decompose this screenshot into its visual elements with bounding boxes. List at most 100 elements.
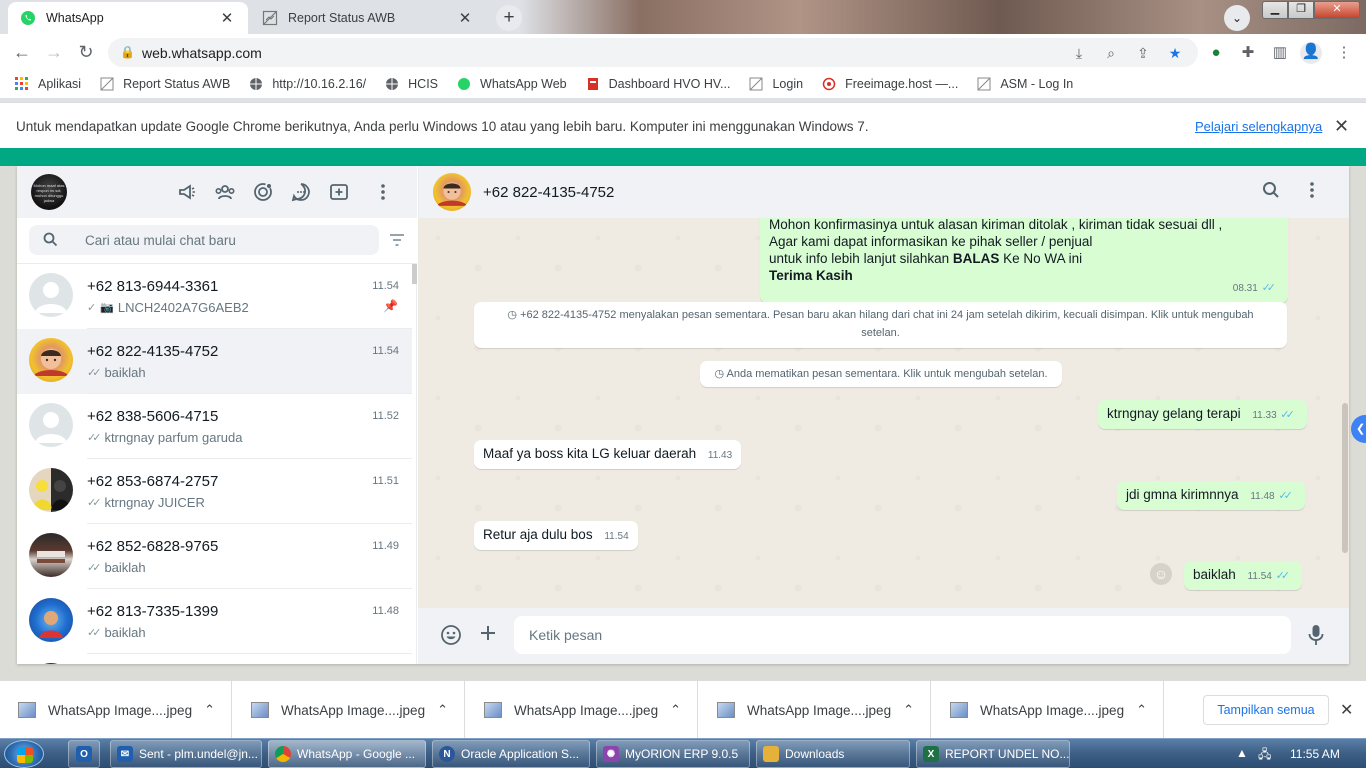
taskbar-item-myorion[interactable]: ✺ MyORION ERP 9.0.5 <box>596 740 750 768</box>
emoji-icon[interactable] <box>440 624 462 649</box>
bookmark-asm-login[interactable]: ASM - Log In <box>976 76 1073 92</box>
menu-icon[interactable] <box>371 180 395 204</box>
close-window-button[interactable]: ✕ <box>1314 1 1360 19</box>
status-icon[interactable] <box>251 180 275 204</box>
learn-more-link[interactable]: Pelajari selengkapnya <box>1195 119 1322 134</box>
network-icon[interactable]: 🖧 <box>1258 745 1271 766</box>
extension-whatsapp-icon[interactable]: ● <box>1206 43 1226 63</box>
search-box[interactable] <box>29 225 379 255</box>
chat-item-6874-2757[interactable]: +62 853-6874-2757 11.51 ✓✓ ktrngnay JUIC… <box>17 459 412 524</box>
tab-report-status-awb[interactable]: Report Status AWB ✕ <box>250 2 486 34</box>
double-tick-icon: ✓✓ <box>87 497 102 509</box>
taskbar-item-excel[interactable]: X REPORT UNDEL NO... <box>916 740 1070 768</box>
bookmark-ip[interactable]: http://10.16.2.16/ <box>248 76 366 92</box>
download-item[interactable]: WhatsApp Image....jpeg ⌃ <box>0 681 232 739</box>
message-area[interactable]: Mohon konfirmasinya untuk alasan kiriman… <box>418 218 1349 608</box>
chat-item-5606-4715[interactable]: +62 838-5606-4715 11.52 ✓✓ ktrngnay parf… <box>17 394 412 459</box>
outlook-icon: ✉ <box>117 746 133 762</box>
bookmark-report-status-awb[interactable]: Report Status AWB <box>99 76 230 92</box>
taskbar-item-oracle[interactable]: N Oracle Application S... <box>432 740 590 768</box>
maximize-button[interactable]: ❐ <box>1288 1 1314 19</box>
chrome-menu-icon[interactable]: ⋮ <box>1334 43 1354 63</box>
chevron-up-icon[interactable]: ⌃ <box>670 702 681 718</box>
chat-time: 11.54 <box>372 280 399 292</box>
taskbar-item-chrome[interactable]: WhatsApp - Google ... <box>268 740 426 768</box>
channels-icon[interactable] <box>289 180 313 204</box>
message-bubble-out[interactable]: jdi gmna kirimnnya 11.48 ✓✓ <box>1117 481 1305 510</box>
extensions-puzzle-icon[interactable]: ✚ <box>1238 43 1258 63</box>
system-message-ephemeral-on[interactable]: ◷ +62 822-4135-4752 menyalakan pesan sem… <box>474 302 1287 348</box>
show-all-downloads-button[interactable]: Tampilkan semua <box>1203 695 1329 725</box>
menu-icon[interactable] <box>1309 181 1315 202</box>
communities-icon[interactable] <box>213 180 237 204</box>
chat-preview-text: ktrngnay parfum garuda <box>104 430 243 445</box>
tray-expand-icon[interactable]: ▲ <box>1236 746 1248 760</box>
bookmark-apps[interactable]: Aplikasi <box>14 76 81 92</box>
message-scrollbar[interactable] <box>1342 403 1348 553</box>
windows-logo-icon <box>17 747 33 763</box>
bookmark-freeimage[interactable]: Freeimage.host —... <box>821 76 958 92</box>
react-emoji-icon[interactable]: ☺ <box>1150 563 1172 585</box>
chevron-up-icon[interactable]: ⌃ <box>1136 702 1147 718</box>
close-downloads-icon[interactable]: ✕ <box>1340 700 1353 720</box>
conversation-header[interactable]: +62 822-4135-4752 <box>418 166 1349 218</box>
bookmark-login[interactable]: Login <box>748 76 803 92</box>
communities-megaphone-icon[interactable] <box>175 180 199 204</box>
microphone-icon[interactable] <box>1308 624 1324 649</box>
taskbar-item-outlook[interactable]: ✉ Sent - plm.undel@jn... <box>110 740 262 768</box>
address-bar[interactable]: 🔒 web.whatsapp.com ⤓ ⌕ ⇪ ★ <box>108 38 1198 67</box>
chat-item-4135-4752[interactable]: +62 822-4135-4752 11.54 ✓✓ baiklah <box>17 329 412 394</box>
download-item[interactable]: WhatsApp Image....jpeg ⌃ <box>233 681 465 739</box>
chat-item-6828-9765[interactable]: +62 852-6828-9765 11.49 ✓✓ baiklah <box>17 524 412 589</box>
attach-plus-icon[interactable] <box>479 624 497 645</box>
close-tab-icon[interactable]: ✕ <box>218 9 236 27</box>
start-button[interactable] <box>4 740 44 768</box>
bookmark-star-icon[interactable]: ★ <box>1166 44 1184 62</box>
tab-whatsapp[interactable]: WhatsApp ✕ <box>8 2 248 34</box>
back-button[interactable]: ← <box>10 40 34 64</box>
chat-item-6944-3361[interactable]: +62 813-6944-3361 11.54 ✓ 📷 LNCH2402A7G6… <box>17 264 412 329</box>
filter-icon[interactable] <box>389 233 405 250</box>
download-item[interactable]: WhatsApp Image....jpeg ⌃ <box>932 681 1164 739</box>
minimize-button[interactable]: ▁ <box>1262 1 1288 19</box>
chevron-up-icon[interactable]: ⌃ <box>903 702 914 718</box>
taskbar-outlook-pinned[interactable]: O <box>68 740 100 768</box>
system-clock[interactable]: 11:55 AM <box>1290 747 1340 761</box>
forward-button[interactable]: → <box>42 40 66 64</box>
download-item[interactable]: WhatsApp Image....jpeg ⌃ <box>466 681 698 739</box>
share-icon[interactable]: ⇪ <box>1134 44 1152 62</box>
message-line: Mohon konfirmasinya untuk alasan kiriman… <box>769 218 1223 232</box>
bookmark-dashboard-hvo[interactable]: Dashboard HVO HV... <box>585 76 730 92</box>
message-input[interactable] <box>514 616 1291 654</box>
reload-button[interactable]: ↻ <box>74 40 98 64</box>
pin-icon: 📌 <box>383 299 398 313</box>
install-app-icon[interactable]: ⤓ <box>1070 44 1088 62</box>
my-profile-avatar[interactable]: Mohon maaf atas respon ns sdi, mohon dit… <box>31 174 67 210</box>
new-chat-icon[interactable] <box>327 180 351 204</box>
message-bubble-in[interactable]: Retur aja dulu bos 11.54 <box>474 521 638 550</box>
close-tab-icon[interactable]: ✕ <box>456 9 474 27</box>
message-bubble-out[interactable]: baiklah 11.54 ✓✓ <box>1184 561 1303 590</box>
tab-search-button[interactable]: ⌄ <box>1224 5 1250 31</box>
search-icon[interactable] <box>1262 181 1280 202</box>
close-infobar-icon[interactable]: ✕ <box>1334 116 1349 137</box>
contact-avatar[interactable] <box>433 173 471 211</box>
download-item[interactable]: WhatsApp Image....jpeg ⌃ <box>699 681 931 739</box>
system-message-ephemeral-off[interactable]: ◷ Anda mematikan pesan sementara. Klik u… <box>700 361 1062 387</box>
zoom-icon[interactable]: ⌕ <box>1102 44 1120 62</box>
message-bubble-out[interactable]: Mohon konfirmasinya untuk alasan kiriman… <box>760 218 1288 303</box>
message-bubble-out[interactable]: ktrngnay gelang terapi 11.33 ✓✓ <box>1098 400 1307 429</box>
new-tab-button[interactable]: + <box>496 5 522 31</box>
side-panel-icon[interactable]: ▥ <box>1270 43 1290 63</box>
chevron-up-icon[interactable]: ⌃ <box>204 702 215 718</box>
message-bubble-in[interactable]: Maaf ya boss kita LG keluar daerah 11.43 <box>474 440 742 469</box>
bookmark-hcis[interactable]: HCIS <box>384 76 438 92</box>
chevron-up-icon[interactable]: ⌃ <box>437 702 448 718</box>
bookmark-whatsapp-web[interactable]: WhatsApp Web <box>456 76 567 92</box>
taskbar-item-downloads[interactable]: Downloads <box>756 740 910 768</box>
chat-list-scrollbar[interactable] <box>412 264 417 284</box>
chat-item-7335-1399[interactable]: +62 813-7335-1399 11.48 ✓✓ baiklah <box>17 589 412 654</box>
search-input[interactable] <box>85 231 365 249</box>
chat-item-partial[interactable] <box>17 654 412 664</box>
profile-avatar-icon[interactable]: 👤 <box>1300 42 1322 64</box>
